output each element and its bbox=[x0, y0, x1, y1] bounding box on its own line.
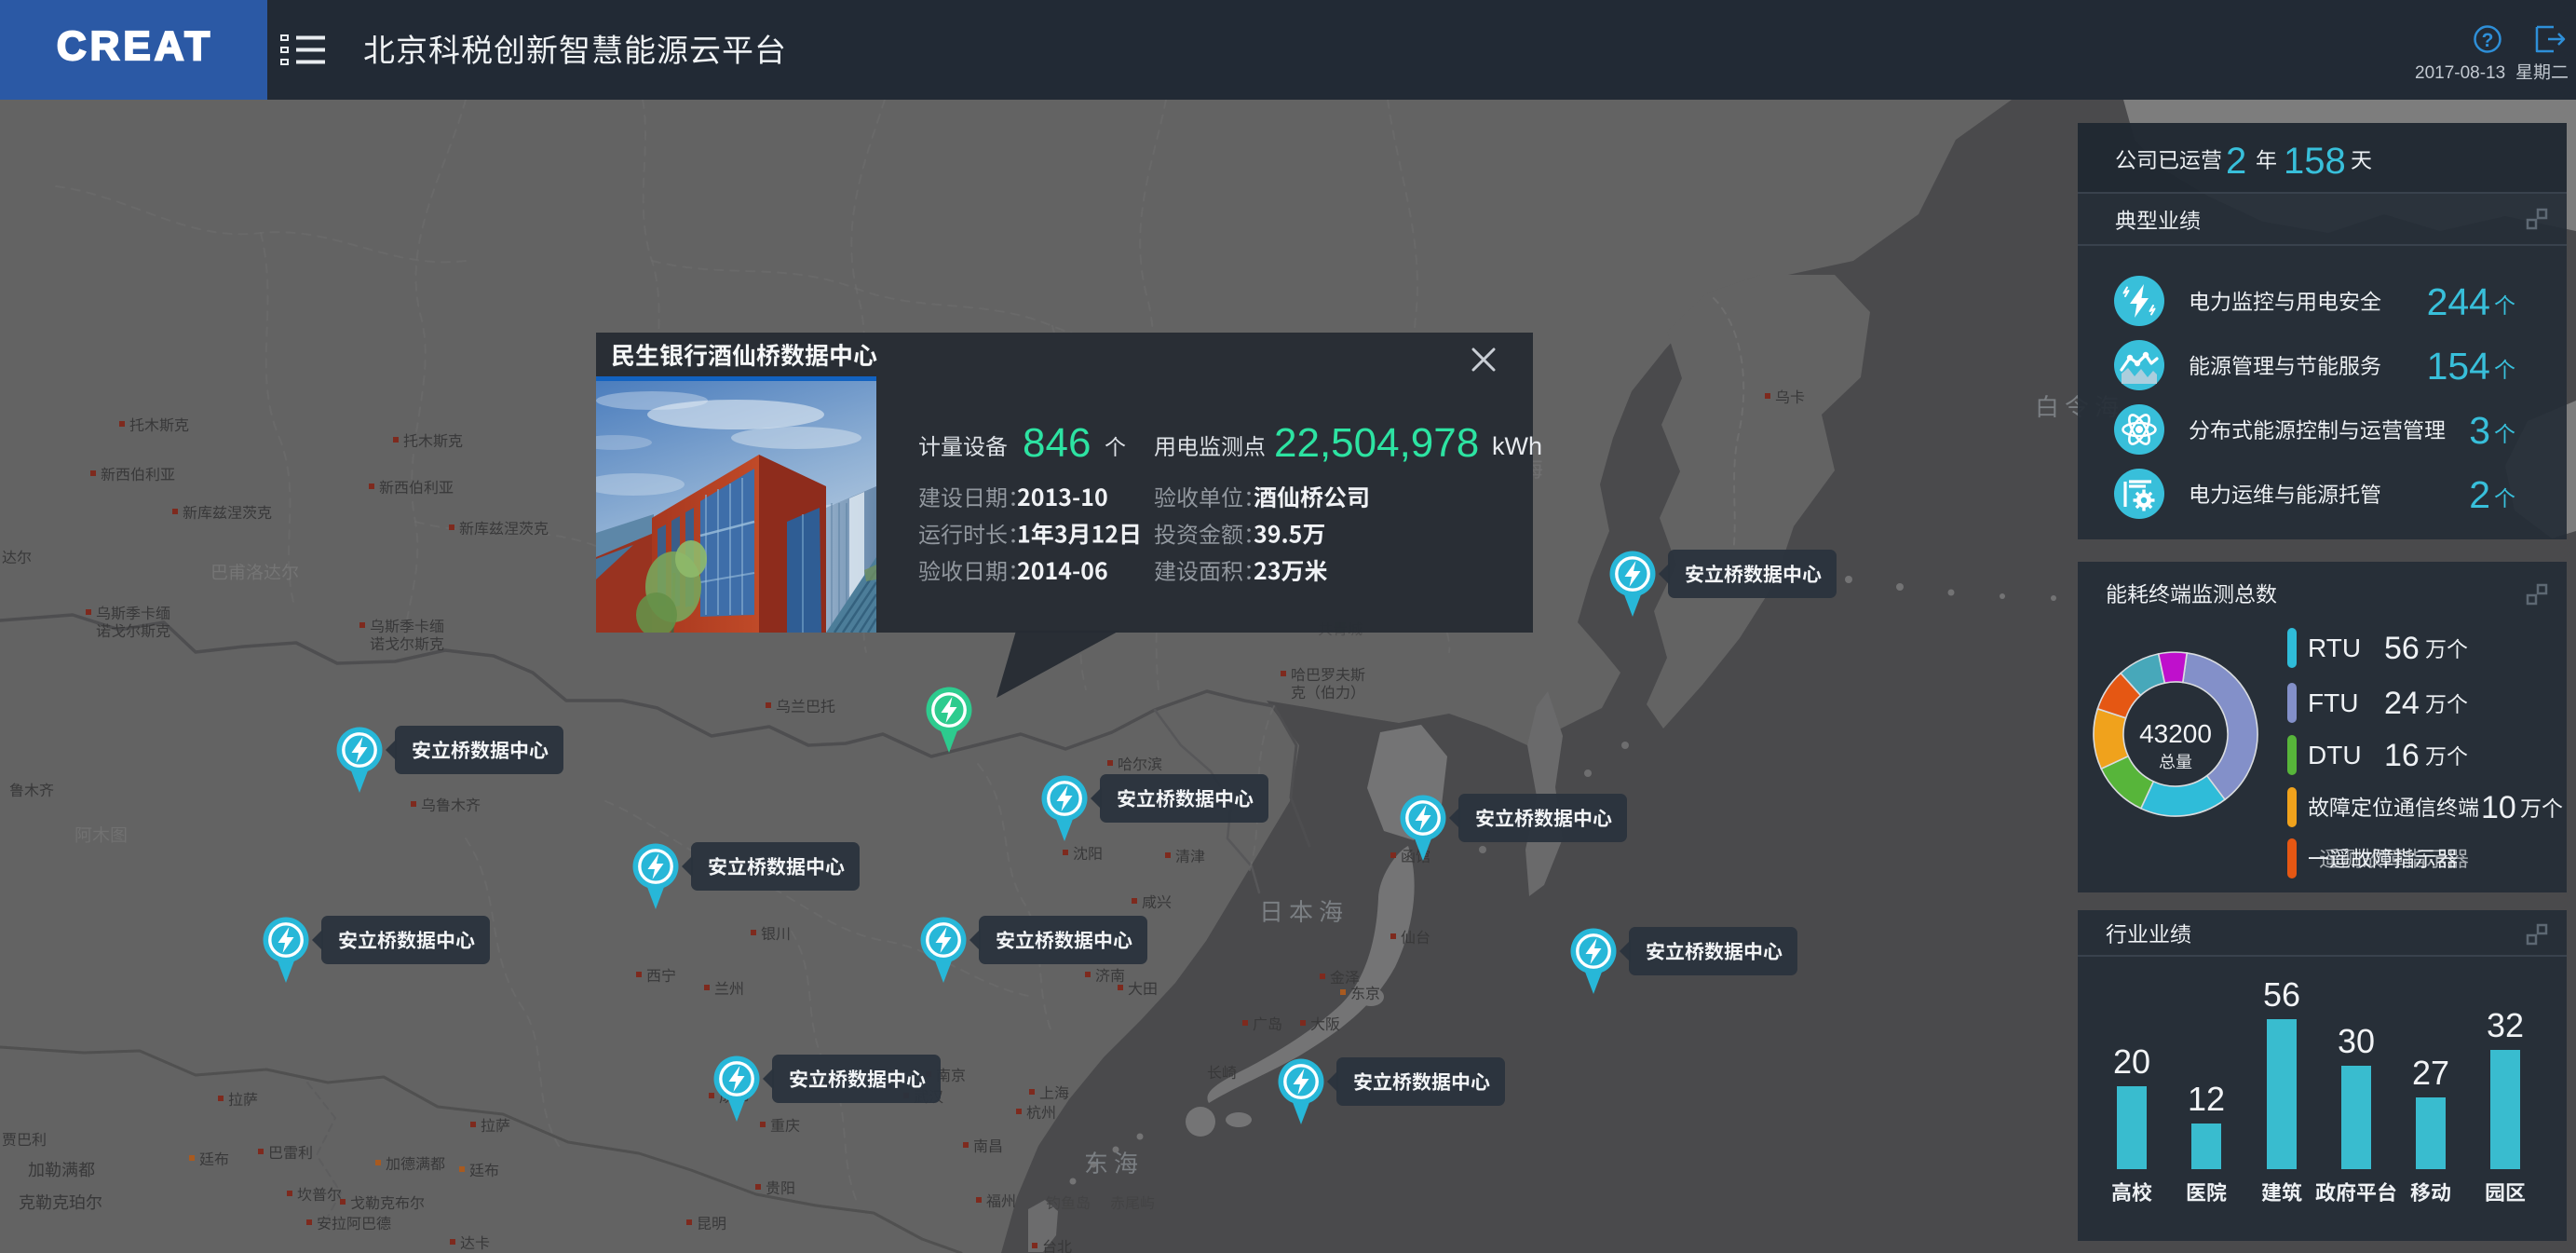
svg-text:10: 10 bbox=[2481, 790, 2516, 825]
svg-text:27: 27 bbox=[2412, 1054, 2449, 1092]
svg-text:2: 2 bbox=[2226, 141, 2246, 182]
svg-text:43200: 43200 bbox=[2139, 719, 2212, 748]
svg-text:16: 16 bbox=[2384, 738, 2420, 773]
svg-text:CREAT: CREAT bbox=[57, 23, 213, 69]
svg-text:244: 244 bbox=[2427, 280, 2490, 323]
svg-text:154: 154 bbox=[2427, 345, 2490, 388]
svg-text:12: 12 bbox=[2188, 1080, 2225, 1118]
svg-text:158: 158 bbox=[2284, 141, 2346, 182]
svg-text:2: 2 bbox=[2469, 473, 2490, 516]
svg-text:kWh: kWh bbox=[1492, 432, 1542, 460]
svg-text:30: 30 bbox=[2338, 1022, 2375, 1060]
svg-text:22,504,978: 22,504,978 bbox=[1274, 420, 1479, 466]
svg-text:?: ? bbox=[2482, 30, 2494, 51]
svg-text:2017-08-13: 2017-08-13 bbox=[2415, 63, 2505, 83]
svg-text:32: 32 bbox=[2487, 1006, 2524, 1044]
svg-text:3: 3 bbox=[2469, 409, 2490, 452]
svg-text:DTU: DTU bbox=[2308, 741, 2362, 770]
svg-text:RTU: RTU bbox=[2308, 633, 2361, 662]
svg-text:846: 846 bbox=[1023, 420, 1091, 466]
svg-text:24: 24 bbox=[2384, 686, 2420, 721]
svg-text:56: 56 bbox=[2384, 631, 2420, 666]
svg-text:56: 56 bbox=[2263, 975, 2300, 1014]
svg-text:20: 20 bbox=[2113, 1042, 2150, 1081]
svg-text:FTU: FTU bbox=[2308, 688, 2358, 717]
